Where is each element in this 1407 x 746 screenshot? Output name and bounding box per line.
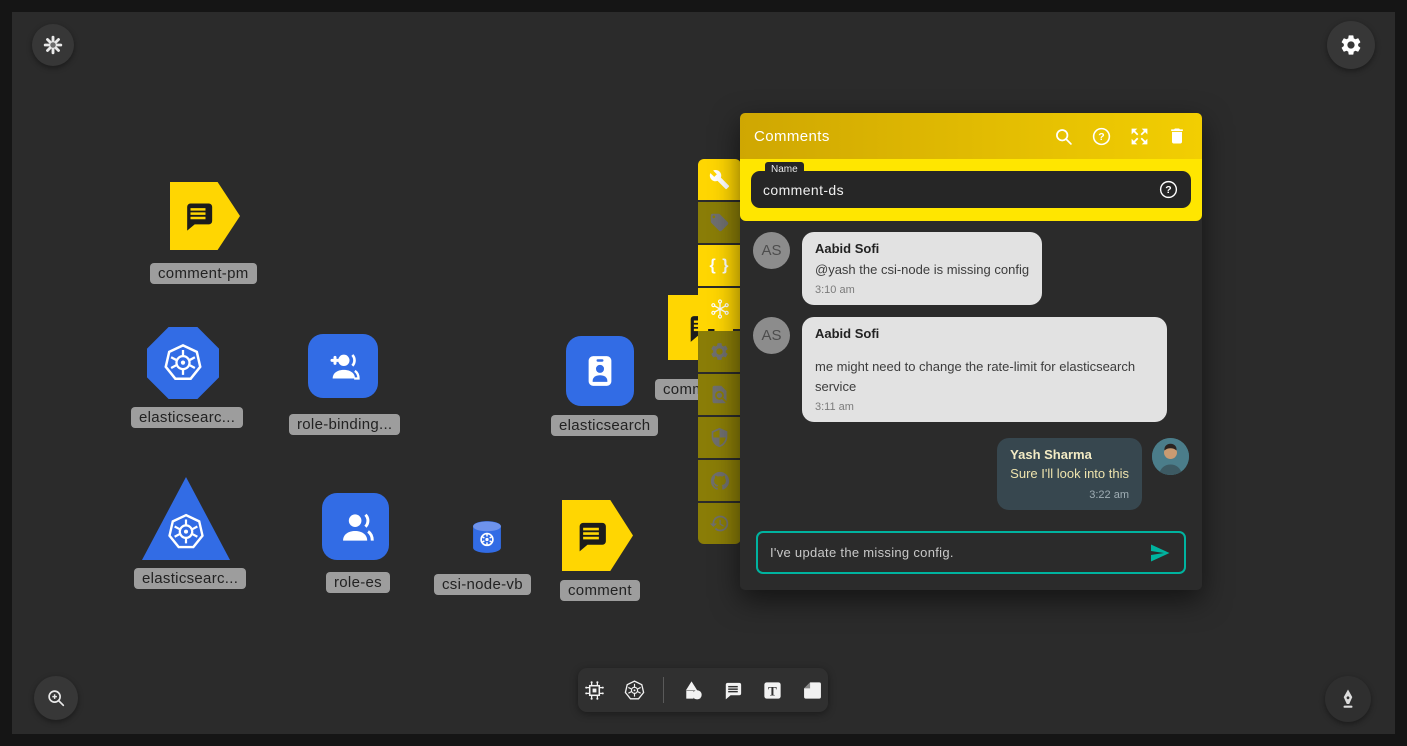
composer <box>740 525 1202 590</box>
message-author: Aabid Sofi <box>815 241 1029 256</box>
node-role-es[interactable] <box>322 493 389 560</box>
json-button[interactable]: { } <box>698 245 741 286</box>
svg-text:?: ? <box>1165 184 1171 196</box>
node-action-toolbar: { } <box>698 159 741 544</box>
tag-icon <box>709 212 730 233</box>
trash-icon[interactable] <box>1167 126 1188 147</box>
name-field[interactable]: Name ? <box>751 171 1191 208</box>
node-label[interactable]: elasticsearch <box>551 415 658 436</box>
shield-icon <box>709 427 730 448</box>
node-label[interactable]: elasticsearc... <box>134 568 246 589</box>
kubernetes-wheel-icon <box>164 510 208 554</box>
design-canvas[interactable]: comment-pm elasticsearc... role-binding.… <box>12 12 1395 734</box>
zoom-in-icon <box>45 687 67 709</box>
search-icon[interactable] <box>1053 126 1074 147</box>
person-add-icon <box>321 346 365 386</box>
node-csi-node-vb[interactable] <box>467 519 507 555</box>
message-row: AS Aabid Sofi me might need to change th… <box>753 317 1189 422</box>
configure-button[interactable] <box>698 159 741 200</box>
field-help-icon[interactable]: ? <box>1158 179 1179 200</box>
message-bubble: Yash Sharma Sure I'll look into this 3:2… <box>997 438 1142 509</box>
kubernetes-wheel-icon <box>160 340 206 386</box>
canvas-tools-toolbar: T <box>578 668 828 712</box>
hub-button[interactable] <box>698 288 741 329</box>
node-comment[interactable] <box>562 500 633 571</box>
node-settings-button[interactable] <box>698 331 741 372</box>
message-time: 3:11 am <box>815 401 1154 413</box>
message-time: 3:10 am <box>815 284 1029 296</box>
app-menu-button[interactable] <box>32 24 74 66</box>
comment-icon[interactable] <box>721 679 744 702</box>
message-bubble: Aabid Sofi @yash the csi-node is missing… <box>802 232 1042 305</box>
message-row: AS Aabid Sofi @yash the csi-node is miss… <box>753 232 1189 305</box>
storage-cylinder-icon <box>467 519 507 555</box>
message-list[interactable]: AS Aabid Sofi @yash the csi-node is miss… <box>740 221 1202 525</box>
comment-bubble-icon <box>570 515 612 557</box>
message-text: Sure I'll look into this <box>1010 464 1129 484</box>
node-label[interactable]: comment <box>560 580 640 601</box>
expand-icon[interactable] <box>1129 126 1150 147</box>
avatar: AS <box>753 232 790 269</box>
node-elasticsearch-octagon[interactable] <box>147 327 219 399</box>
composer-input[interactable] <box>770 545 1148 560</box>
node-label[interactable]: elasticsearc... <box>131 407 243 428</box>
wrench-icon <box>709 169 730 190</box>
name-field-label: Name <box>765 162 804 177</box>
pen-nib-icon <box>1336 687 1360 711</box>
message-bubble: Aabid Sofi me might need to change the r… <box>802 317 1167 422</box>
message-text: @yash the csi-node is missing config <box>815 260 1029 280</box>
avatar: AS <box>753 317 790 354</box>
id-badge-icon <box>579 348 621 394</box>
svg-text:?: ? <box>1098 131 1104 143</box>
panel-title: Comments <box>754 128 1036 145</box>
message-row: Yash Sharma Sure I'll look into this 3:2… <box>753 438 1189 509</box>
toolbar-divider <box>663 677 664 703</box>
history-button[interactable] <box>698 503 741 544</box>
comments-panel-header[interactable]: Comments ? <box>740 113 1202 159</box>
settings-icon <box>1339 33 1363 57</box>
node-elasticsearch-triangle[interactable] <box>142 477 230 560</box>
security-button[interactable] <box>698 417 741 458</box>
name-input[interactable] <box>763 182 1158 198</box>
message-time: 3:22 am <box>1010 489 1129 501</box>
kubernetes-icon[interactable] <box>623 679 646 702</box>
composer-box[interactable] <box>756 531 1186 574</box>
node-role-binding[interactable] <box>308 334 378 398</box>
tag-button[interactable] <box>698 202 741 243</box>
node-label[interactable]: csi-node-vb <box>434 574 531 595</box>
braces-icon: { } <box>710 257 730 275</box>
send-icon[interactable] <box>1148 541 1172 565</box>
design-network-icon[interactable] <box>583 679 606 702</box>
note-icon[interactable] <box>801 679 824 702</box>
history-icon <box>709 513 730 534</box>
message-author: Aabid Sofi <box>815 326 1154 341</box>
node-label[interactable]: role-es <box>326 572 390 593</box>
svg-text:T: T <box>768 683 777 698</box>
node-elasticsearch-serviceaccount[interactable] <box>566 336 634 406</box>
app-window: comment-pm elasticsearc... role-binding.… <box>0 0 1407 746</box>
message-text: me might need to change the rate-limit f… <box>815 357 1154 397</box>
node-comment-pm[interactable] <box>170 182 240 250</box>
github-button[interactable] <box>698 460 741 501</box>
name-field-section: Name ? <box>740 159 1202 221</box>
hub-icon <box>709 298 731 320</box>
zoom-in-button[interactable] <box>34 676 78 720</box>
pen-tool-button[interactable] <box>1325 676 1371 722</box>
people-icon <box>335 506 377 548</box>
node-label[interactable]: role-binding... <box>289 414 400 435</box>
comments-panel: Comments ? Name ? AS Aabid Sofi <box>740 113 1202 590</box>
help-icon[interactable]: ? <box>1091 126 1112 147</box>
inspect-button[interactable] <box>698 374 741 415</box>
comment-bubble-icon <box>178 196 218 236</box>
gear-icon <box>709 341 730 362</box>
shapes-icon[interactable] <box>681 679 704 702</box>
flower-icon <box>42 34 64 56</box>
node-label[interactable]: comment-pm <box>150 263 257 284</box>
find-in-page-icon <box>709 384 730 405</box>
avatar-photo <box>1152 438 1189 475</box>
github-icon <box>709 470 731 492</box>
text-icon[interactable]: T <box>761 679 784 702</box>
settings-button[interactable] <box>1327 21 1375 69</box>
message-author: Yash Sharma <box>1010 447 1129 462</box>
